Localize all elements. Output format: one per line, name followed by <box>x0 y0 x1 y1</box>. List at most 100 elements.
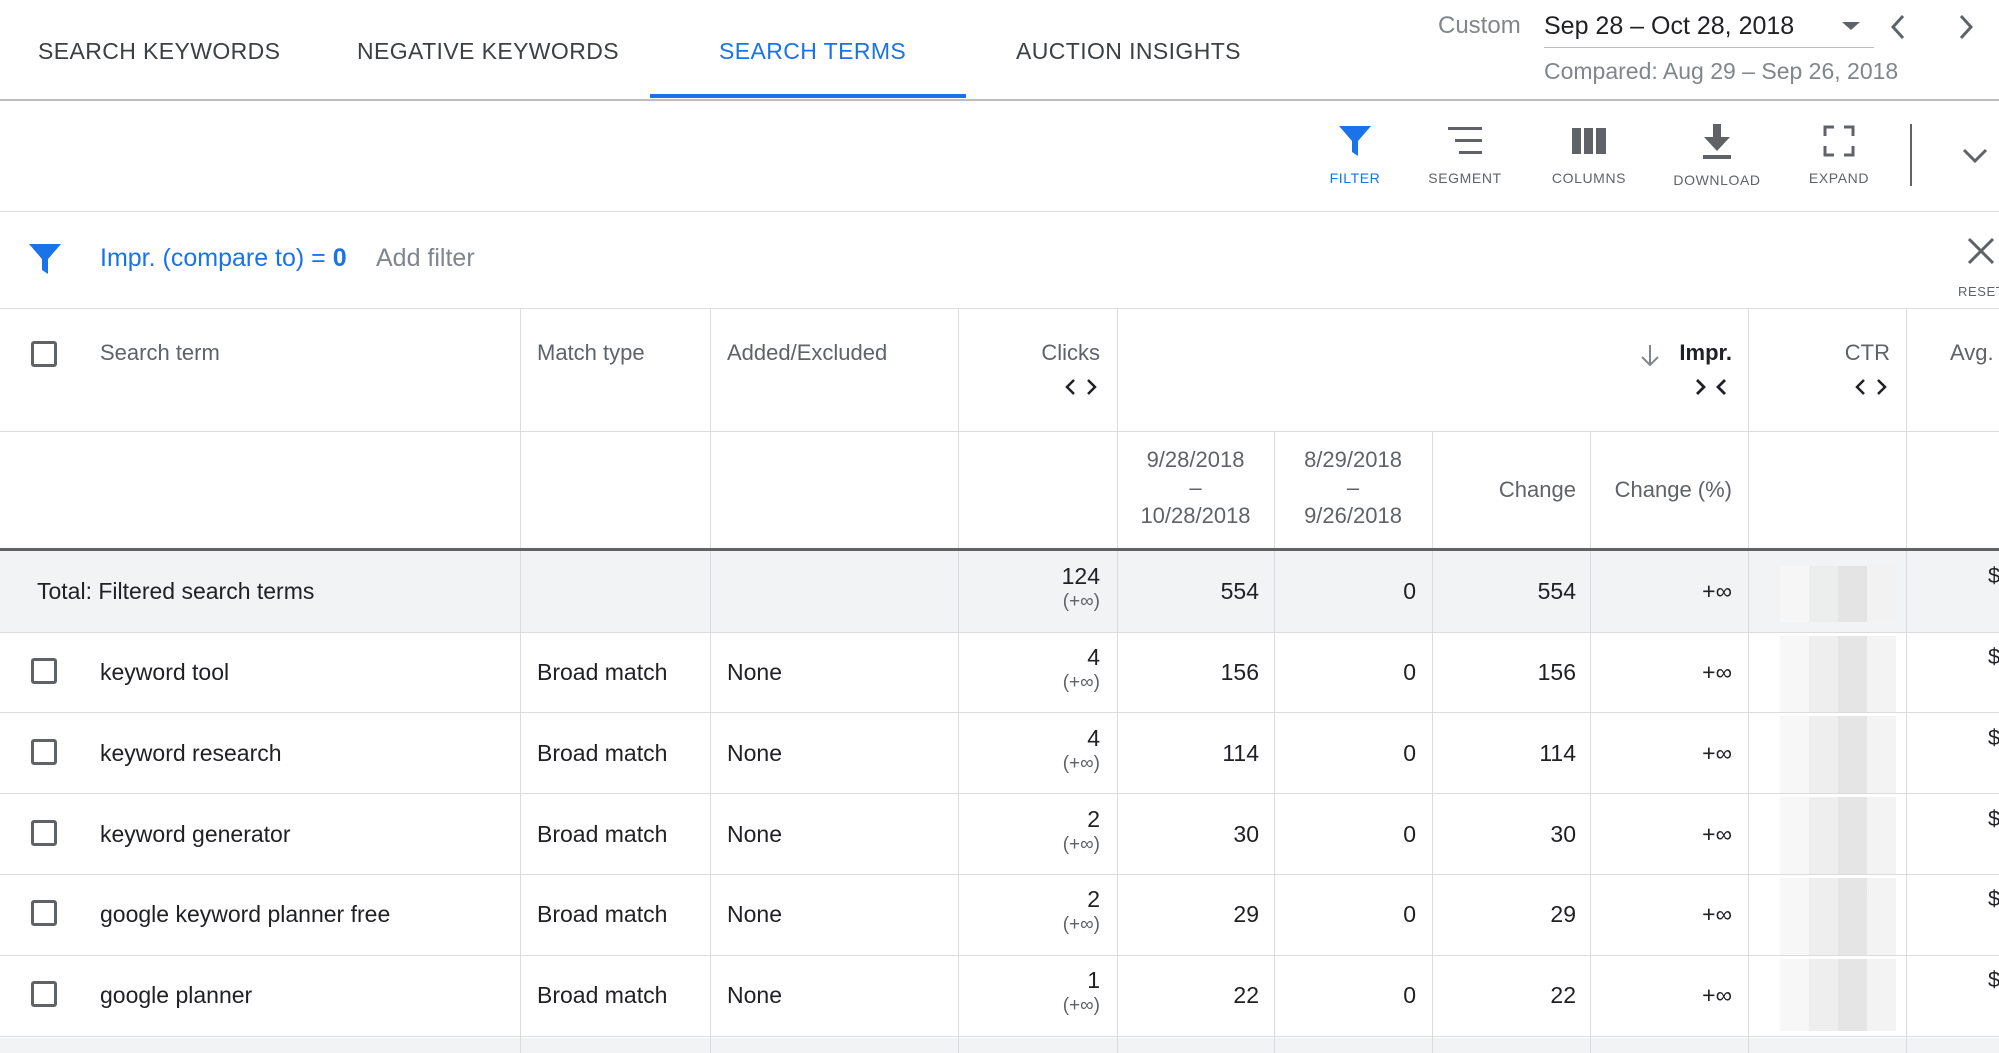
row-checkbox[interactable] <box>31 739 57 765</box>
total-clicks-change: (+∞) <box>1062 591 1100 612</box>
clicks-change-cell: (+∞) <box>1062 753 1100 774</box>
select-all-checkbox[interactable] <box>31 341 57 367</box>
row-checkbox[interactable] <box>31 981 57 1007</box>
column-divider <box>710 309 711 1053</box>
impr-current-cell: 114 <box>1222 740 1259 766</box>
match-type-cell: Broad match <box>537 821 668 847</box>
chevron-down-icon[interactable] <box>1840 20 1862 32</box>
avg-cell: $ <box>1988 806 1999 831</box>
columns-button[interactable]: COLUMNS <box>1534 124 1644 186</box>
total-divider <box>0 548 1999 551</box>
next-row-background <box>0 1038 1999 1053</box>
header-clicks[interactable]: Clicks <box>958 340 1100 366</box>
expand-columns-icon[interactable] <box>1064 377 1098 397</box>
search-term-cell[interactable]: keyword tool <box>100 659 229 686</box>
total-impr-current: 554 <box>1220 578 1259 604</box>
row-divider <box>0 632 1999 633</box>
row-checkbox[interactable] <box>31 820 57 846</box>
previous-period-icon[interactable] <box>1888 12 1908 42</box>
impr-change-pct-cell: +∞ <box>1702 982 1732 1008</box>
date-range-select[interactable]: Sep 28 – Oct 28, 2018 <box>1544 12 1794 41</box>
match-type-cell: Broad match <box>537 982 668 1008</box>
row-divider <box>0 955 1999 956</box>
total-impr-change: 554 <box>1537 578 1576 604</box>
impr-previous-cell: 0 <box>1403 659 1416 685</box>
impr-previous-period-header: 8/29/2018 – 9/26/2018 <box>1274 446 1432 530</box>
tab-search-terms[interactable]: SEARCH TERMS <box>719 38 906 65</box>
search-term-cell[interactable]: keyword generator <box>100 821 291 848</box>
clicks-change-cell: (+∞) <box>1062 834 1100 855</box>
row-divider <box>0 793 1999 794</box>
header-divider <box>0 431 1999 432</box>
expand-columns-icon[interactable] <box>1854 377 1888 397</box>
added-excluded-cell: None <box>727 901 782 927</box>
header-avg[interactable]: Avg. <box>1950 340 1994 366</box>
search-term-cell[interactable]: keyword research <box>100 740 282 767</box>
row-checkbox[interactable] <box>31 900 57 926</box>
date-range-underline <box>1544 47 1874 48</box>
avg-cell: $ <box>1988 644 1999 669</box>
clicks-change-cell: (+∞) <box>1062 672 1100 693</box>
period-dash: – <box>1189 475 1202 500</box>
current-period-end: 10/28/2018 <box>1140 503 1251 528</box>
match-type-cell: Broad match <box>537 740 668 766</box>
columns-icon <box>1572 128 1606 154</box>
impr-previous-cell: 0 <box>1403 982 1416 1008</box>
clicks-change-cell: (+∞) <box>1062 914 1100 935</box>
tab-negative-keywords[interactable]: NEGATIVE KEYWORDS <box>357 38 619 65</box>
column-divider <box>1748 309 1749 1053</box>
impr-previous-cell: 0 <box>1403 901 1416 927</box>
column-divider <box>520 309 521 1053</box>
total-impr-change-pct: +∞ <box>1702 578 1732 604</box>
impr-change-pct-cell: +∞ <box>1702 740 1732 766</box>
redacted-ctr <box>1780 797 1896 874</box>
add-filter-input[interactable]: Add filter <box>376 244 475 273</box>
filter-button[interactable]: FILTER <box>1300 124 1410 186</box>
impr-change-pct-cell: +∞ <box>1702 659 1732 685</box>
chevron-down-icon[interactable] <box>1962 148 1988 164</box>
active-filter-chip[interactable]: Impr. (compare to) = 0 <box>100 244 347 273</box>
impr-previous-cell: 0 <box>1403 821 1416 847</box>
header-impressions[interactable]: Impr. <box>1600 340 1732 366</box>
total-impr-previous: 0 <box>1403 578 1416 604</box>
close-icon[interactable] <box>1966 236 1996 266</box>
collapse-columns-icon[interactable] <box>1694 377 1728 397</box>
previous-period-start: 8/29/2018 <box>1304 447 1402 472</box>
tabs-divider <box>0 99 1999 101</box>
header-match-type[interactable]: Match type <box>537 340 645 366</box>
header-added-excluded[interactable]: Added/Excluded <box>727 340 887 366</box>
total-label: Total: Filtered search terms <box>37 578 315 604</box>
filter-label: FILTER <box>1329 170 1381 186</box>
segment-button[interactable]: SEGMENT <box>1410 124 1520 186</box>
header-ctr[interactable]: CTR <box>1748 340 1890 366</box>
filter-chip-text: Impr. (compare to) = <box>100 244 333 272</box>
added-excluded-cell: None <box>727 982 782 1008</box>
added-excluded-cell: None <box>727 740 782 766</box>
impr-change-cell: 156 <box>1537 659 1576 685</box>
added-excluded-cell: None <box>727 821 782 847</box>
funnel-icon <box>29 244 61 274</box>
impr-change-pct-cell: +∞ <box>1702 821 1732 847</box>
header-search-term[interactable]: Search term <box>100 340 220 366</box>
clicks-cell: 1 <box>1087 967 1100 993</box>
column-divider <box>1906 309 1907 1053</box>
clicks-cell: 4 <box>1087 725 1100 751</box>
avg-cell: $ <box>1988 886 1999 911</box>
segment-label: SEGMENT <box>1428 170 1502 186</box>
row-checkbox[interactable] <box>31 658 57 684</box>
reset-filters-button[interactable]: RESET <box>1958 284 1999 299</box>
download-button[interactable]: DOWNLOAD <box>1662 124 1772 188</box>
search-term-cell[interactable]: google keyword planner free <box>100 901 390 928</box>
search-terms-page: SEARCH KEYWORDS NEGATIVE KEYWORDS SEARCH… <box>0 0 1999 1053</box>
added-excluded-cell: None <box>727 659 782 685</box>
expand-button[interactable]: EXPAND <box>1784 124 1894 186</box>
redacted-ctr <box>1780 959 1896 1031</box>
tab-auction-insights[interactable]: AUCTION INSIGHTS <box>1016 38 1241 65</box>
row-divider <box>0 1036 1999 1037</box>
next-period-icon[interactable] <box>1956 12 1976 42</box>
toolbar-divider <box>0 211 1999 212</box>
impr-current-cell: 22 <box>1233 982 1259 1008</box>
tab-search-keywords[interactable]: SEARCH KEYWORDS <box>38 38 280 65</box>
search-term-cell[interactable]: google planner <box>100 982 252 1009</box>
impr-current-cell: 156 <box>1220 659 1259 685</box>
